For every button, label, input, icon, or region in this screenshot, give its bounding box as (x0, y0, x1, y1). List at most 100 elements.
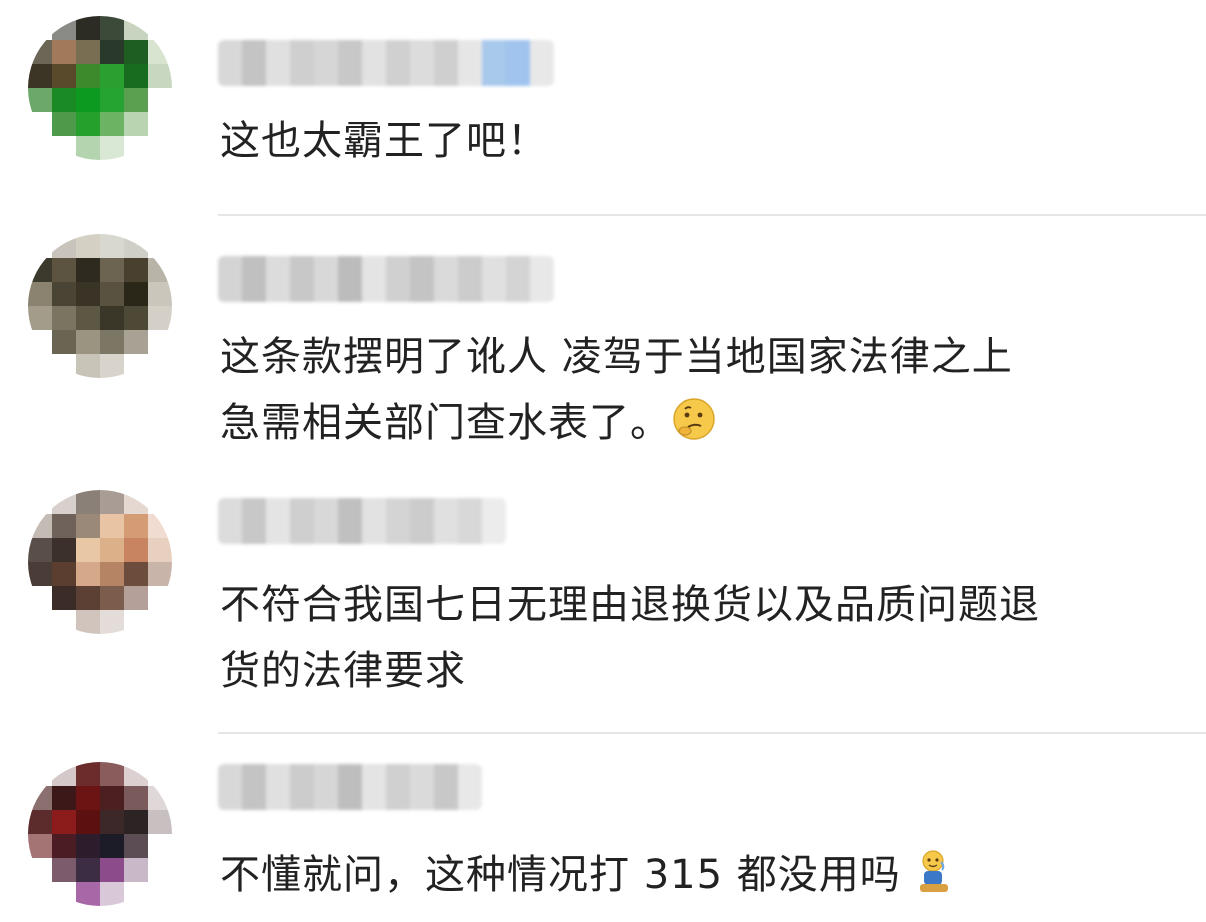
comment-item: 不符合我国七日无理由退换货以及品质问题退 货的法律要求 (0, 472, 1206, 734)
avatar-mosaic-tile (28, 586, 52, 610)
avatar-mosaic-tile (28, 834, 52, 858)
avatar-mosaic-tile (124, 858, 148, 882)
avatar-mosaic-tile (28, 112, 52, 136)
avatar-mosaic-tile (28, 136, 52, 160)
username-mosaic-tile (338, 256, 362, 302)
comment-text: 这条款摆明了讹人 凌驾于当地国家法律之上 急需相关部门查水表了。 (220, 324, 1180, 462)
avatar[interactable] (28, 16, 172, 160)
avatar[interactable] (28, 234, 172, 378)
username-mosaic-tile (410, 764, 434, 810)
avatar-mosaic-tile (28, 538, 52, 562)
username-blurred[interactable] (218, 498, 506, 544)
username-mosaic-tile (218, 764, 242, 810)
username-blurred[interactable] (218, 40, 554, 86)
avatar-mosaic-tile (124, 234, 148, 258)
avatar-mosaic-tile (52, 834, 76, 858)
username-mosaic-tile (434, 40, 458, 86)
username-mosaic-tile (218, 40, 242, 86)
avatar-mosaic-tile (76, 538, 100, 562)
avatar-mosaic-tile (100, 514, 124, 538)
avatar-mosaic-tile (28, 282, 52, 306)
avatar-mosaic-tile (124, 112, 148, 136)
username-mosaic-tile (314, 764, 338, 810)
avatar-mosaic-tile (148, 834, 172, 858)
avatar-mosaic-tile (52, 810, 76, 834)
avatar-mosaic-tile (28, 490, 52, 514)
sitting-person-emoji-icon (915, 848, 955, 914)
avatar-mosaic-tile (100, 234, 124, 258)
avatar-mosaic-tile (76, 354, 100, 378)
comment-text: 不懂就问，这种情况打 315 都没用吗 (220, 842, 1180, 914)
avatar-mosaic-tile (100, 834, 124, 858)
avatar-mosaic-tile (76, 136, 100, 160)
avatar-mosaic-tile (100, 858, 124, 882)
avatar-mosaic-tile (124, 490, 148, 514)
comment-line: 不懂就问，这种情况打 315 都没用吗 (220, 842, 1180, 914)
avatar-mosaic-tile (28, 562, 52, 586)
username-mosaic-tile (386, 256, 410, 302)
avatar-mosaic-tile (52, 40, 76, 64)
avatar-mosaic-tile (76, 514, 100, 538)
avatar-mosaic-tile (52, 762, 76, 786)
avatar-mosaic-tile (124, 40, 148, 64)
avatar-mosaic-tile (52, 330, 76, 354)
avatar-mosaic-tile (148, 610, 172, 634)
avatar-mosaic-tile (52, 514, 76, 538)
avatar-mosaic-tile (52, 490, 76, 514)
avatar-mosaic-tile (28, 306, 52, 330)
comment-item: 这条款摆明了讹人 凌驾于当地国家法律之上 急需相关部门查水表了。 (0, 216, 1206, 472)
username-mosaic-tile (530, 40, 554, 86)
avatar[interactable] (28, 490, 172, 634)
username-blurred[interactable] (218, 256, 554, 302)
avatar-mosaic-tile (148, 234, 172, 258)
avatar-mosaic-tile (76, 282, 100, 306)
avatar[interactable] (28, 762, 172, 906)
avatar-mosaic-tile (148, 40, 172, 64)
avatar-mosaic-tile (148, 762, 172, 786)
username-mosaic-tile (290, 40, 314, 86)
avatar-mosaic-tile (124, 810, 148, 834)
username-mosaic-tile (434, 498, 458, 544)
avatar-mosaic-tile (28, 858, 52, 882)
username-mosaic-tile (434, 764, 458, 810)
avatar-mosaic-tile (148, 16, 172, 40)
avatar-mosaic-tile (52, 112, 76, 136)
username-mosaic-tile (338, 40, 362, 86)
avatar-mosaic-tile (28, 88, 52, 112)
username-mosaic-tile (410, 498, 434, 544)
username-mosaic-tile (266, 256, 290, 302)
avatar-mosaic-tile (148, 136, 172, 160)
username-mosaic-tile (290, 764, 314, 810)
avatar-mosaic-tile (148, 258, 172, 282)
avatar-mosaic-tile (124, 136, 148, 160)
comment-line: 这也太霸王了吧！ (220, 118, 548, 164)
avatar-mosaic-tile (100, 810, 124, 834)
comment-line: 这条款摆明了讹人 凌驾于当地国家法律之上 (220, 334, 1013, 380)
avatar-mosaic-tile (100, 306, 124, 330)
username-blurred[interactable] (218, 764, 482, 810)
avatar-mosaic-tile (124, 306, 148, 330)
avatar-mosaic-tile (28, 786, 52, 810)
avatar-mosaic-tile (52, 586, 76, 610)
avatar-mosaic-tile (28, 258, 52, 282)
avatar-mosaic-tile (28, 810, 52, 834)
avatar-mosaic-tile (124, 586, 148, 610)
avatar-mosaic-tile (52, 282, 76, 306)
avatar-mosaic-tile (148, 306, 172, 330)
username-mosaic-tile (266, 40, 290, 86)
username-mosaic-tile (314, 498, 338, 544)
avatar-mosaic-tile (148, 562, 172, 586)
username-mosaic-tile (362, 40, 386, 86)
avatar-mosaic-tile (148, 88, 172, 112)
avatar-mosaic-tile (76, 306, 100, 330)
username-mosaic-tile (506, 40, 530, 86)
username-mosaic-tile (338, 498, 362, 544)
username-mosaic-tile (242, 498, 266, 544)
avatar-mosaic-tile (52, 610, 76, 634)
avatar-mosaic-tile (76, 64, 100, 88)
avatar-mosaic-tile (52, 88, 76, 112)
avatar-mosaic-tile (28, 762, 52, 786)
avatar-mosaic-tile (28, 330, 52, 354)
username-mosaic-tile (314, 40, 338, 86)
avatar-mosaic-tile (28, 16, 52, 40)
